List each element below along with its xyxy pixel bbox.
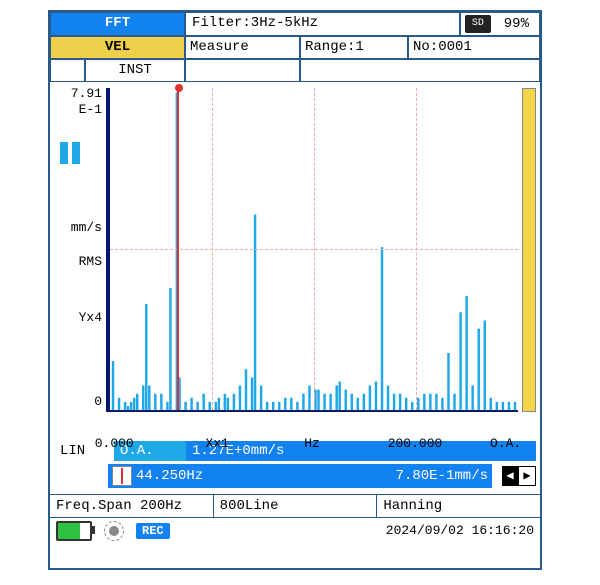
header-row-2: VEL Measure Range:1 No:0001 [50,36,540,59]
y-max: 7.91 [71,86,102,101]
y-scale: Yx4 [79,310,102,325]
oa-value: 1.27E+0mm/s [186,441,536,461]
sd-status: SD 99% [460,12,540,36]
y-unit: mm/s [71,220,102,235]
x-scale: Xx1 [206,436,229,451]
battery-icon [56,521,92,541]
status-bar: REC 2024/09/02 16:16:20 [50,518,540,544]
cursor-icon [112,466,132,486]
device-screen: FFT Filter:3Hz-5kHz SD 99% VEL Measure R… [48,10,542,570]
nav-left-icon[interactable]: ◀ [502,466,518,486]
cursor-line[interactable] [177,88,179,410]
header-row-1: FFT Filter:3Hz-5kHz SD 99% [50,12,540,36]
nav-right-icon[interactable]: ▶ [518,466,536,486]
record-no: No:0001 [408,36,540,59]
cursor-nav[interactable]: ◀ ▶ [502,466,536,486]
grid-line-v3 [416,88,417,410]
mode-indicator: FFT [50,12,185,36]
cursor-freq: 44.250Hz [136,468,256,484]
empty-cell-3 [300,59,540,82]
y-axis-labels: 7.91 E-1 mm/s RMS Yx4 0 [54,82,104,440]
filter-setting: Filter:3Hz-5kHz [185,12,460,36]
empty-cell-2 [185,59,300,82]
line-count: 800Line [214,495,378,517]
x-unit: Hz [304,436,320,451]
freq-span: Freq.Span 200Hz [50,495,214,517]
x-min: 0.000 [95,436,134,451]
header-row-3: INST [50,59,540,82]
inst-label: INST [85,59,185,82]
vertical-scrollbar[interactable] [522,88,536,412]
x-tick: 200.000 [388,436,443,451]
range-label: Range:1 [300,36,408,59]
cursor-value-box: 44.250Hz 7.80E-1mm/s [108,464,492,488]
spectrum-plot[interactable] [106,88,518,412]
signal-type: VEL [50,36,185,59]
x-oa: O.A. [490,436,521,451]
datetime: 2024/09/02 16:16:20 [386,523,534,538]
analysis-settings: Freq.Span 200Hz 800Line Hanning [50,494,540,518]
spectrum-plot-area: 7.91 E-1 mm/s RMS Yx4 0 0.000 Xx1 Hz 200… [50,82,540,440]
y-zero: 0 [94,394,102,409]
sd-percent: 99% [493,16,535,33]
brightness-icon [104,521,124,541]
y-stat: RMS [79,254,102,269]
rec-indicator: REC [136,523,170,539]
empty-cell [50,59,85,82]
sd-icon: SD [465,15,491,33]
pause-icon [60,142,84,169]
y-exp: E-1 [79,102,102,117]
grid-line-v2 [314,88,315,410]
cursor-amplitude: 7.80E-1mm/s [260,468,488,484]
cursor-readout: 44.250Hz 7.80E-1mm/s ◀ ▶ [50,462,540,490]
grid-line-v1 [212,88,213,410]
measure-label: Measure [185,36,300,59]
window-type: Hanning [377,495,540,517]
